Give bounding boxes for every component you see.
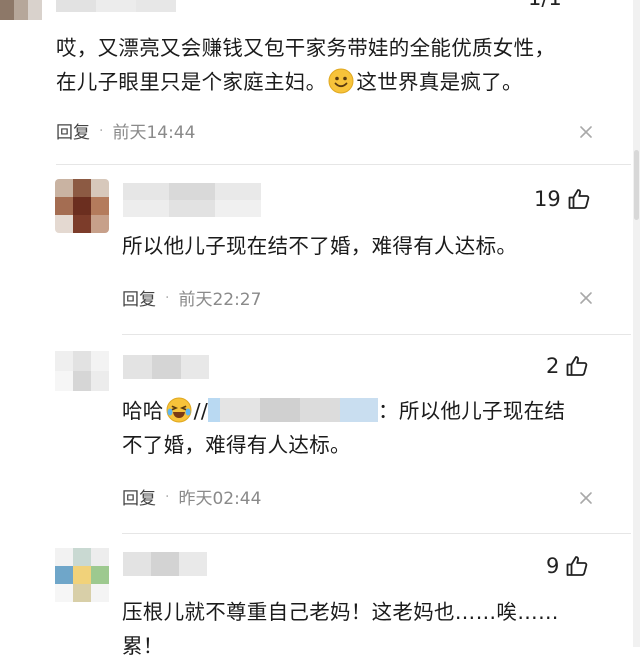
username-blurred — [56, 0, 176, 12]
comment-fragment: // — [193, 399, 209, 423]
comment-meta: 回复 · 昨天02:44 — [122, 484, 262, 510]
laughing-tears-icon — [166, 397, 192, 423]
mention-link-blurred[interactable] — [208, 398, 379, 422]
comment-fragment: 所以他儿子现在结 — [398, 399, 566, 423]
comment-meta: 回复 · 前天14:44 — [56, 118, 196, 144]
username-blurred — [123, 552, 207, 576]
thumbs-up-icon — [568, 189, 590, 209]
like-button[interactable]: 19 — [534, 187, 591, 211]
avatar[interactable] — [0, 0, 42, 20]
comment-line: 哎，又漂亮又会赚钱又包干家务带娃的全能优质女性， — [56, 36, 556, 60]
reply-button[interactable]: 回复 — [122, 285, 156, 310]
like-button[interactable]: 2 — [546, 354, 589, 378]
comment-text: 哈哈 // ：所以他儿子现在结 不了婚，难得有人达标。 — [122, 394, 602, 462]
comment-line: 累！ — [122, 634, 164, 658]
comment-fragment: ： — [378, 399, 399, 423]
username-blurred — [123, 183, 261, 217]
separator-dot: · — [99, 122, 104, 139]
close-icon[interactable] — [578, 124, 594, 140]
scrollbar-track[interactable] — [633, 0, 640, 647]
scrollbar-thumb[interactable] — [634, 150, 639, 220]
timestamp: 昨天02:44 — [178, 489, 262, 509]
close-icon[interactable] — [578, 490, 594, 506]
thumbs-up-icon — [566, 356, 588, 376]
like-count-value: 19 — [534, 187, 561, 211]
like-button[interactable]: 9 — [546, 554, 589, 578]
comment-fragment: 这世界真是疯了。 — [356, 70, 523, 94]
divider — [122, 533, 631, 534]
comment-text: 压根儿就不尊重自己老妈！这老妈也……唉…… 累！ — [122, 595, 612, 663]
smiling-face-icon — [328, 68, 354, 94]
comment-text: 所以他儿子现在结不了婚，难得有人达标。 — [122, 234, 518, 258]
reply-button[interactable]: 回复 — [56, 118, 90, 143]
comment-fragment: 哈哈 — [122, 399, 164, 423]
comment-line: 哈哈 // ：所以他儿子现在结 — [122, 394, 602, 428]
separator-dot: · — [165, 488, 170, 505]
comment-text: 哎，又漂亮又会赚钱又包干家务带娃的全能优质女性， 在儿子眼里只是个家庭主妇。 这世… — [56, 31, 616, 99]
comment-line: 在儿子眼里只是个家庭主妇。 这世界真是疯了。 — [56, 65, 616, 99]
timestamp: 前天14:44 — [112, 123, 196, 143]
divider — [56, 164, 631, 165]
separator-dot: · — [165, 289, 170, 306]
comment-line: 压根儿就不尊重自己老妈！这老妈也……唉…… — [122, 600, 559, 624]
avatar[interactable] — [55, 548, 109, 602]
close-icon[interactable] — [578, 290, 594, 306]
like-count-value: 1/1 — [528, 0, 562, 10]
timestamp: 前天22:27 — [178, 290, 262, 310]
like-count-value: 9 — [546, 554, 560, 578]
avatar[interactable] — [55, 351, 109, 391]
reply-button[interactable]: 回复 — [122, 484, 156, 509]
username-blurred — [123, 355, 209, 379]
avatar[interactable] — [55, 179, 109, 233]
comment-meta: 回复 · 前天22:27 — [122, 285, 262, 311]
comment-line: 不了婚，难得有人达标。 — [122, 433, 351, 457]
like-count-value: 2 — [546, 354, 560, 378]
like-count: 1/1 — [528, 0, 562, 10]
thumbs-up-icon — [566, 556, 588, 576]
divider — [122, 334, 631, 335]
comment-fragment: 在儿子眼里只是个家庭主妇。 — [56, 70, 327, 94]
